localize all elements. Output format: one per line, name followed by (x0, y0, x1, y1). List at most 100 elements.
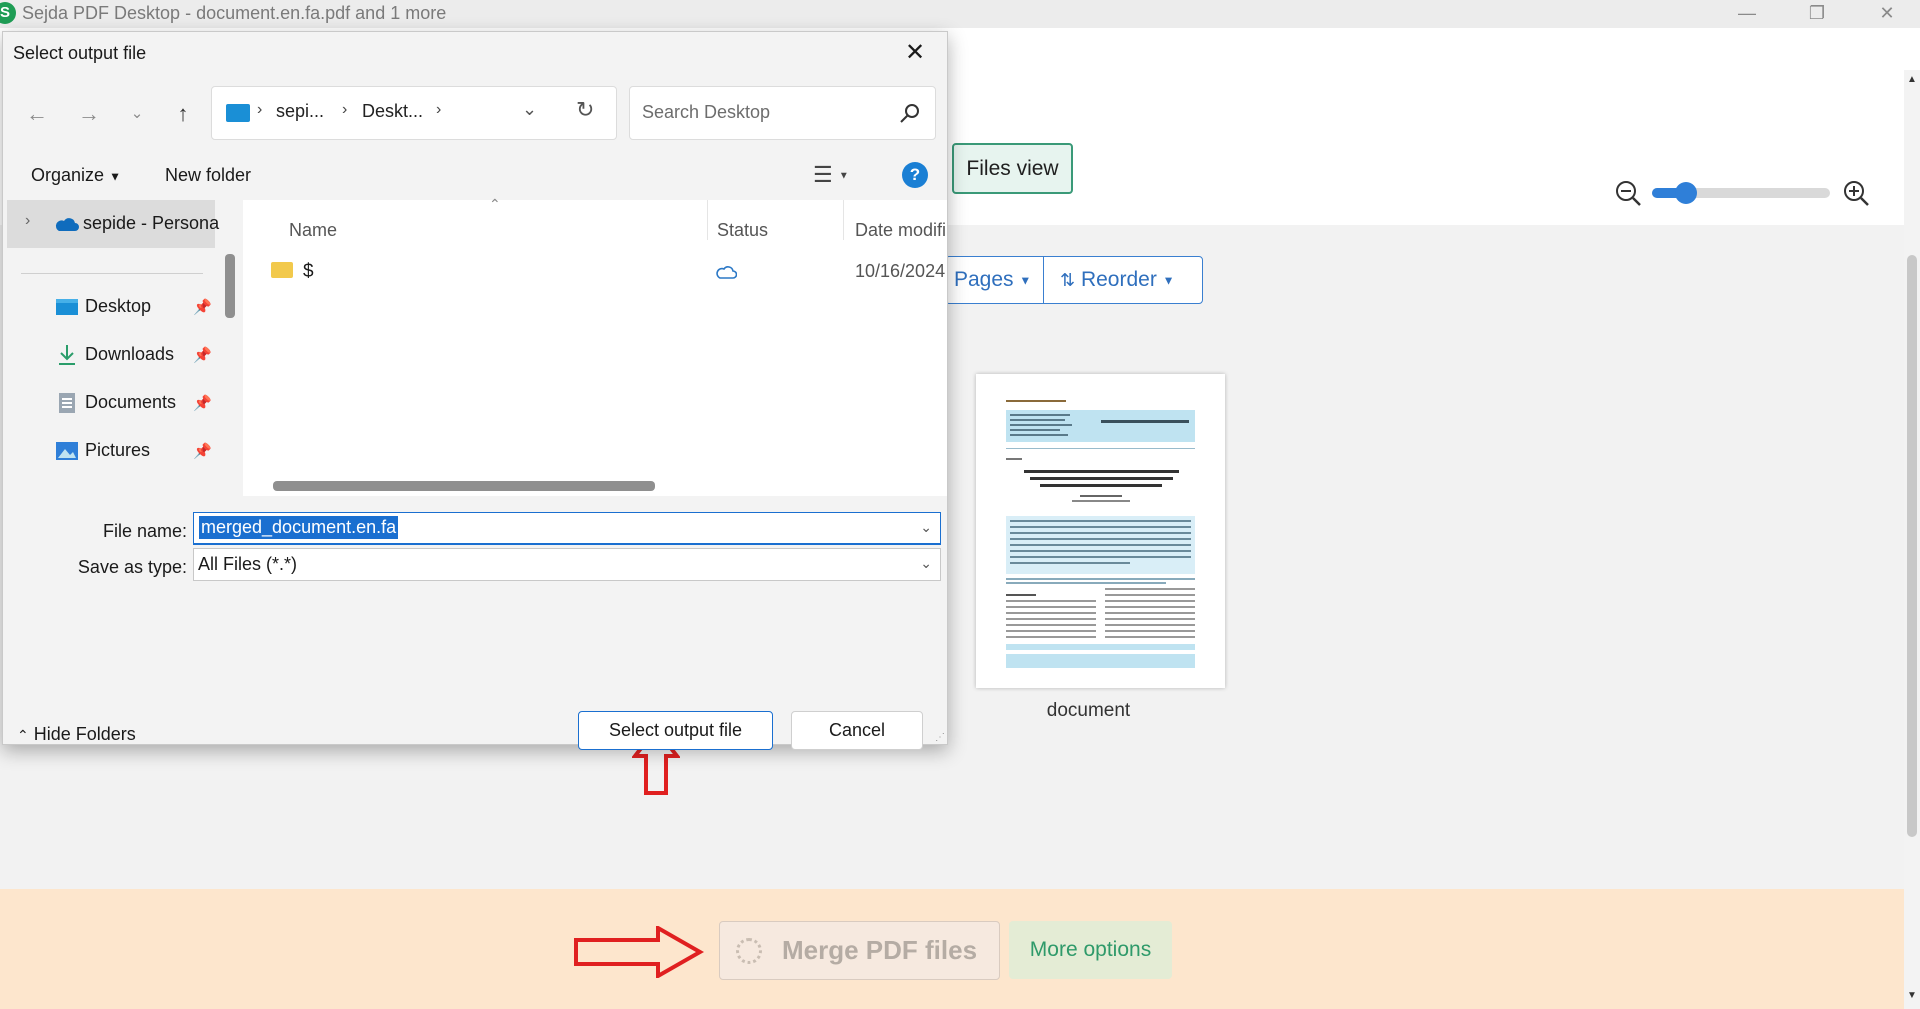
pictures-icon (56, 442, 78, 460)
address-dropdown-chevron-icon[interactable]: ⌄ (522, 99, 537, 120)
chevron-up-icon: ⌃ (17, 727, 29, 743)
zoom-slider-handle[interactable] (1674, 182, 1697, 204)
column-header-date-modified[interactable]: Date modifi (855, 220, 946, 241)
caret-down-icon: ▼ (1019, 273, 1032, 288)
documents-icon (59, 393, 75, 413)
new-folder-button[interactable]: New folder (165, 165, 251, 186)
restore-button[interactable]: ❐ (1787, 0, 1847, 28)
save-as-type-select[interactable]: All Files (*.*) ⌄ (193, 548, 941, 581)
pages-label: Pages (954, 268, 1014, 291)
folder-location-icon (226, 104, 250, 122)
pin-icon[interactable]: 📌 (193, 442, 212, 460)
merge-pdf-files-button[interactable]: Merge PDF files (719, 921, 1000, 980)
caret-down-icon: ▼ (109, 169, 121, 184)
column-divider[interactable] (707, 200, 708, 240)
zoom-slider[interactable] (1652, 182, 1830, 204)
onedrive-cloud-icon (55, 218, 79, 231)
date-modified-cell: 10/16/2024 (855, 261, 946, 281)
window-title: Sejda PDF Desktop - document.en.fa.pdf a… (22, 3, 447, 23)
breadcrumb-separator-icon: › (342, 101, 348, 118)
pin-icon[interactable]: 📌 (193, 394, 212, 412)
resize-grip-icon[interactable]: ⋰ (935, 732, 945, 743)
reorder-label: Reorder (1080, 268, 1157, 291)
back-arrow-icon[interactable]: ← (23, 99, 51, 129)
chevron-down-icon[interactable]: ⌄ (920, 519, 932, 536)
app-titlebar: S Sejda PDF Desktop - document.en.fa.pdf… (0, 0, 1920, 28)
pin-icon[interactable]: 📌 (193, 346, 212, 364)
file-name-cell: $ (303, 261, 314, 282)
save-as-type-value: All Files (*.*) (198, 554, 298, 574)
desktop-icon (56, 299, 78, 315)
help-icon[interactable]: ? (902, 162, 928, 188)
pin-icon[interactable]: 📌 (193, 298, 212, 316)
files-view-button[interactable]: Files view (952, 143, 1073, 194)
scroll-up-icon[interactable]: ▲ (1906, 74, 1918, 85)
document-thumbnail[interactable] (976, 374, 1225, 688)
sidebar-item-label: Pictures (85, 440, 151, 460)
annotation-arrow-right-icon (574, 926, 704, 978)
folder-icon (271, 262, 293, 278)
navigation-pane: › sepide - Persona Desktop 📌 Downloads 📌… (7, 200, 237, 496)
close-window-button[interactable]: ✕ (1857, 0, 1917, 28)
forward-arrow-icon[interactable]: → (75, 99, 103, 129)
zoom-in-icon[interactable] (1842, 179, 1870, 207)
sidebar-item-onedrive[interactable]: › sepide - Persona (7, 200, 219, 248)
column-header-name[interactable]: Name (289, 220, 337, 241)
breadcrumb-segment-desktop[interactable]: Deskt... (362, 101, 423, 122)
dialog-close-button[interactable]: ✕ (901, 40, 929, 66)
scrollbar-thumb[interactable] (1907, 255, 1917, 837)
sidebar-item-desktop[interactable]: Desktop 📌 (7, 288, 227, 328)
file-name-input[interactable]: merged_document.en.fa ⌄ (193, 512, 941, 545)
refresh-icon[interactable]: ↻ (576, 97, 594, 123)
organize-menu-button[interactable]: Organize ▼ (31, 165, 121, 186)
search-icon[interactable] (898, 101, 922, 125)
pages-dropdown-button[interactable]: Pages ▼ (945, 256, 1043, 304)
address-bar[interactable]: › sepi... › Deskt... › ⌄ ↻ (211, 86, 617, 140)
caret-down-icon: ▼ (838, 170, 849, 182)
loading-spinner-icon (736, 938, 762, 964)
file-list-horizontal-scrollbar[interactable] (273, 481, 655, 491)
sidebar-item-downloads[interactable]: Downloads 📌 (7, 336, 227, 376)
app-scrollbar[interactable]: ▲ ▼ (1904, 70, 1920, 1009)
cloud-icon (716, 266, 737, 279)
recent-locations-chevron-icon[interactable]: ⌄ (123, 99, 151, 129)
select-output-file-dialog: Select output file ✕ ← → ⌄ ↑ › sepi... ›… (2, 31, 948, 750)
breadcrumb-segment-user[interactable]: sepi... (276, 101, 324, 122)
nav-pane-scrollbar-thumb[interactable] (225, 254, 235, 318)
download-icon (59, 345, 75, 365)
breadcrumb-separator-icon: › (257, 101, 263, 118)
scroll-down-icon[interactable]: ▼ (1906, 990, 1918, 1001)
hide-folders-button[interactable]: ⌃ Hide Folders (17, 724, 136, 745)
nav-divider (21, 273, 203, 274)
list-view-icon: ☰ (813, 162, 833, 187)
zoom-out-icon[interactable] (1614, 179, 1642, 207)
column-divider[interactable] (843, 200, 844, 240)
search-input[interactable]: Search Desktop (629, 86, 936, 140)
document-label: document (1046, 700, 1131, 721)
minimize-button[interactable]: — (1717, 0, 1777, 28)
hide-folders-label: Hide Folders (33, 724, 136, 744)
breadcrumb-separator-icon: › (436, 101, 442, 118)
save-as-type-label: Save as type: (77, 557, 187, 577)
sidebar-item-pictures[interactable]: Pictures 📌 (7, 432, 227, 472)
sort-ascending-icon: ⌃ (489, 196, 501, 212)
sidebar-item-documents[interactable]: Documents 📌 (7, 384, 227, 424)
organize-label: Organize (31, 165, 105, 185)
chevron-down-icon[interactable]: ⌄ (920, 555, 932, 572)
sidebar-item-label: Downloads (85, 344, 175, 364)
caret-down-icon: ▼ (1162, 273, 1175, 288)
more-options-button[interactable]: More options (1009, 921, 1172, 979)
view-options-button[interactable]: ☰ ▼ (813, 162, 849, 188)
document-page-preview-icon (1006, 400, 1195, 668)
sidebar-item-label: Desktop (85, 296, 152, 316)
sejda-logo-icon: S (0, 2, 16, 24)
search-placeholder: Search Desktop (642, 102, 771, 122)
expand-chevron-icon[interactable]: › (25, 212, 30, 230)
column-header-status[interactable]: Status (717, 220, 768, 241)
select-output-file-button[interactable]: Select output file (578, 711, 773, 750)
sort-icon: ⇅ (1060, 270, 1076, 290)
sidebar-item-label: Documents (85, 392, 177, 412)
reorder-dropdown-button[interactable]: ⇅ Reorder ▼ (1043, 256, 1203, 304)
cancel-button[interactable]: Cancel (791, 711, 923, 750)
up-arrow-icon[interactable]: ↑ (169, 99, 197, 129)
